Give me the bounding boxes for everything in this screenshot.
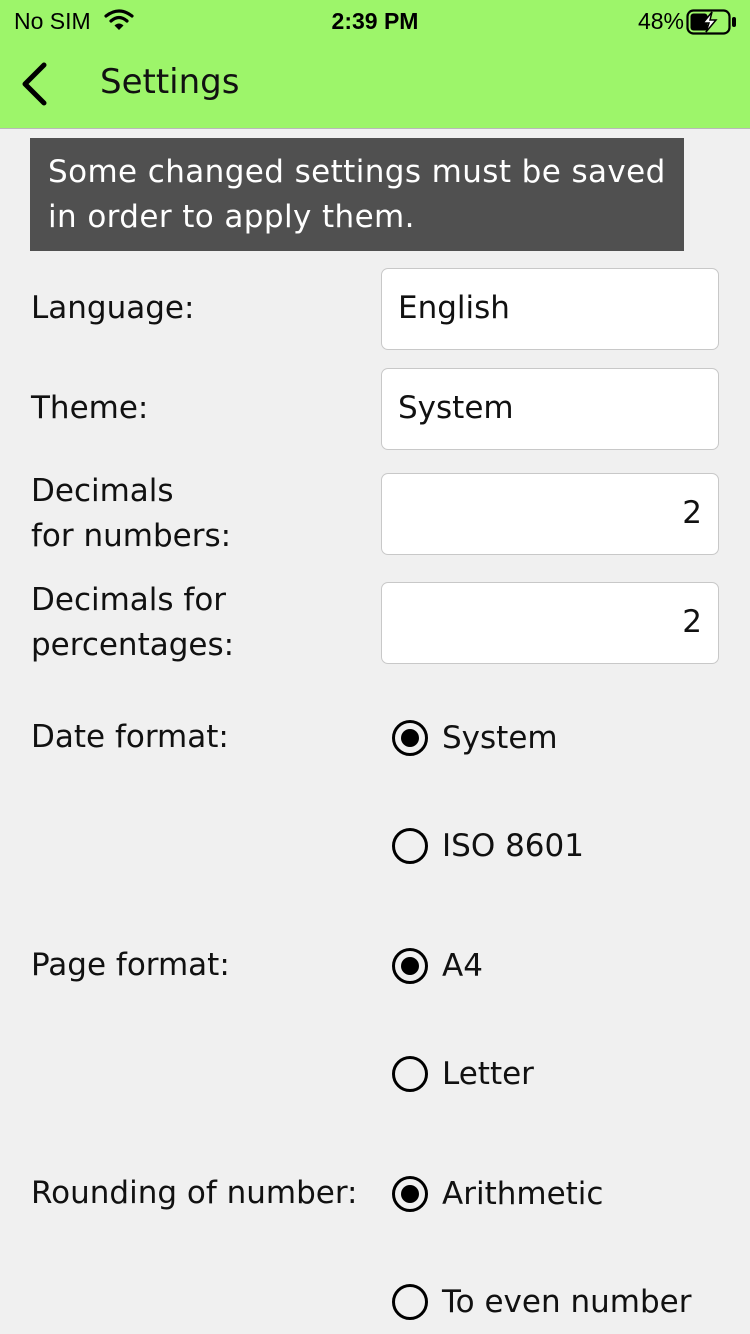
rounding-label: Rounding of number:: [31, 1175, 358, 1211]
decimals-percentages-label: Decimals for percentages:: [31, 578, 234, 668]
battery-charging-icon: [686, 9, 738, 41]
date-format-option-label: ISO 8601: [442, 828, 584, 864]
decimals-percentages-label-line1: Decimals for: [31, 582, 227, 618]
page-title: Settings: [100, 62, 240, 102]
decimals-numbers-label-line2: for numbers:: [31, 518, 232, 554]
rounding-arithmetic-radio[interactable]: Arithmetic: [392, 1172, 603, 1216]
decimals-percentages-label-line2: percentages:: [31, 627, 235, 663]
language-select[interactable]: English: [381, 268, 719, 350]
date-format-label: Date format:: [31, 719, 229, 755]
status-bar: No SIM 2:39 PM 48%: [0, 0, 750, 40]
unsaved-settings-notice: Some changed settings must be saved in o…: [30, 138, 684, 251]
date-format-system-radio[interactable]: System: [392, 716, 558, 760]
page-format-letter-radio[interactable]: Letter: [392, 1052, 534, 1096]
decimals-numbers-input[interactable]: 2: [381, 473, 719, 555]
radio-unselected-icon: [392, 828, 428, 864]
chevron-left-icon: [22, 62, 47, 106]
radio-selected-icon: [392, 948, 428, 984]
page-format-label: Page format:: [31, 947, 230, 983]
radio-selected-icon: [392, 720, 428, 756]
theme-select[interactable]: System: [381, 368, 719, 450]
theme-label: Theme:: [31, 390, 149, 426]
radio-unselected-icon: [392, 1056, 428, 1092]
rounding-option-label: Arithmetic: [442, 1176, 604, 1212]
language-label: Language:: [31, 290, 195, 326]
page-format-a4-radio[interactable]: A4: [392, 944, 483, 988]
decimals-percentages-input[interactable]: 2: [381, 582, 719, 664]
rounding-option-label: To even number: [442, 1284, 692, 1320]
back-button[interactable]: [10, 54, 70, 114]
radio-selected-icon: [392, 1176, 428, 1212]
rounding-even-radio[interactable]: To even number: [392, 1280, 691, 1324]
navigation-bar: Settings: [0, 40, 750, 129]
decimals-numbers-label-line1: Decimals: [31, 473, 174, 509]
decimals-numbers-label: Decimals for numbers:: [31, 469, 231, 559]
radio-unselected-icon: [392, 1284, 428, 1320]
date-format-iso-radio[interactable]: ISO 8601: [392, 824, 584, 868]
page-format-option-label: A4: [442, 948, 483, 984]
page-format-option-label: Letter: [442, 1056, 534, 1092]
battery-percentage: 48%: [637, 8, 684, 34]
date-format-option-label: System: [442, 720, 558, 756]
